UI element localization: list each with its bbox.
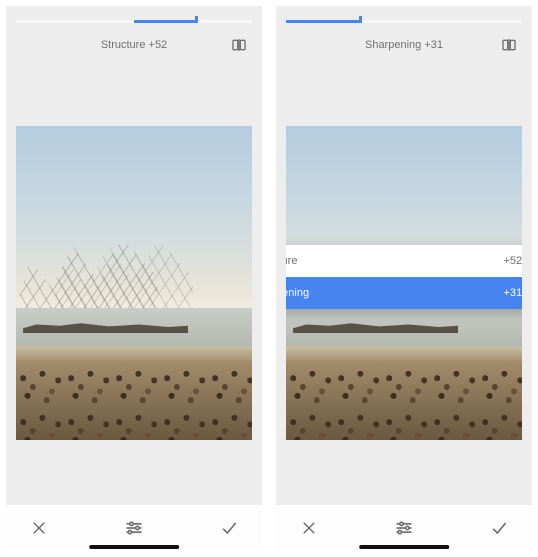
popup-item-label: Sharpening — [286, 287, 309, 299]
slider-fill — [286, 20, 359, 23]
editor-screen-left: Structure +52 — [6, 6, 262, 551]
popup-item-value: +52 — [503, 255, 522, 267]
accept-icon[interactable] — [484, 513, 514, 543]
compare-icon[interactable] — [498, 35, 520, 55]
slider-fill — [134, 20, 195, 23]
param-name: Sharpening — [365, 39, 421, 51]
popup-item-label: Structure — [286, 255, 297, 267]
popup-item-structure[interactable]: Structure +52 — [286, 245, 522, 277]
edited-image[interactable]: Structure +52 Sharpening +31 — [286, 126, 522, 441]
image-canvas-area[interactable] — [6, 61, 262, 505]
edited-image[interactable] — [16, 126, 252, 441]
param-select-popup: Structure +52 Sharpening +31 — [286, 245, 522, 309]
adjust-icon[interactable] — [119, 513, 149, 543]
popup-item-sharpening[interactable]: Sharpening +31 — [286, 277, 522, 309]
home-indicator — [89, 545, 179, 549]
param-value: +31 — [424, 39, 443, 51]
accept-icon[interactable] — [214, 513, 244, 543]
param-label: Structure +52 — [40, 39, 228, 51]
param-label: Sharpening +31 — [310, 39, 498, 51]
home-indicator — [359, 545, 449, 549]
param-label-row: Structure +52 — [18, 35, 250, 55]
compare-icon[interactable] — [228, 35, 250, 55]
popup-item-value: +31 — [503, 287, 522, 299]
cancel-icon[interactable] — [24, 513, 54, 543]
editor-screen-right: Sharpening +31 Structure +52 — [276, 6, 532, 551]
slider-handle[interactable] — [195, 16, 198, 23]
adjust-icon[interactable] — [389, 513, 419, 543]
value-slider[interactable] — [286, 20, 522, 23]
slider-handle[interactable] — [359, 16, 362, 23]
value-slider[interactable] — [16, 20, 252, 23]
image-canvas-area[interactable]: Structure +52 Sharpening +31 — [276, 61, 532, 505]
param-label-row: Sharpening +31 — [288, 35, 520, 55]
cancel-icon[interactable] — [294, 513, 324, 543]
param-name: Structure — [101, 39, 146, 51]
param-value: +52 — [149, 39, 168, 51]
